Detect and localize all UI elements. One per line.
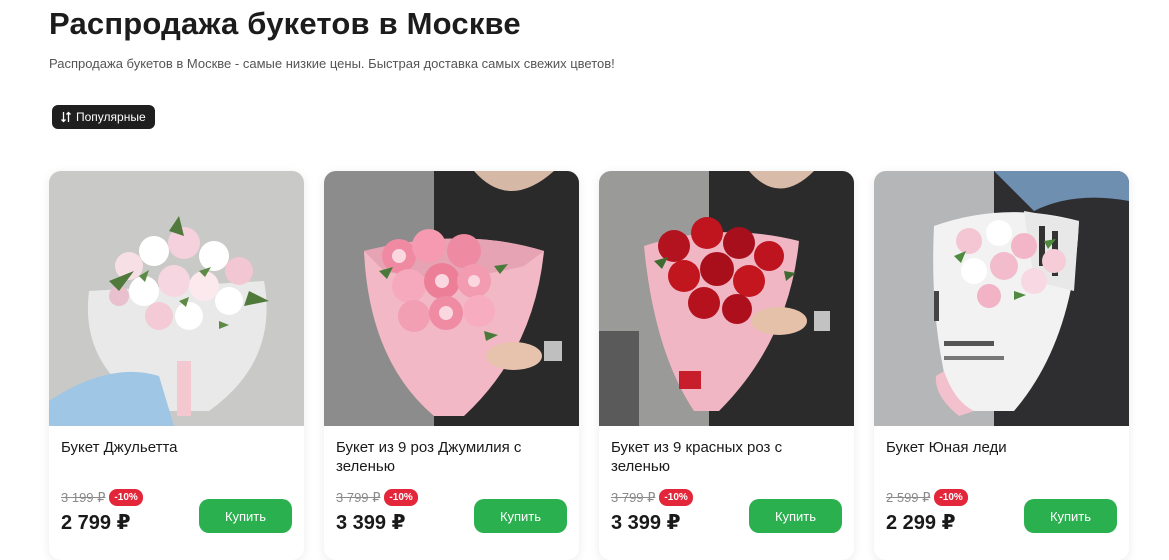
old-price-row: 2 599 ₽ -10% — [886, 489, 968, 506]
old-price: 3 199 ₽ — [61, 489, 106, 505]
buy-button[interactable]: Купить — [749, 499, 842, 533]
page-title: Распродажа букетов в Москве — [49, 6, 521, 41]
discount-badge: -10% — [934, 489, 968, 506]
product-card[interactable]: Букет Юная леди 2 599 ₽ -10% 2 299 ₽ Куп… — [874, 171, 1129, 560]
old-price-row: 3 799 ₽ -10% — [336, 489, 418, 506]
old-price: 3 799 ₽ — [611, 489, 656, 505]
product-image[interactable] — [874, 171, 1129, 426]
discount-badge: -10% — [109, 489, 143, 506]
sort-arrows-icon — [60, 111, 72, 123]
product-card[interactable]: Букет из 9 красных роз с зеленью 3 799 ₽… — [599, 171, 854, 560]
sort-label: Популярные — [76, 110, 146, 124]
product-image[interactable] — [324, 171, 579, 426]
product-card[interactable]: Букет из 9 роз Джумилия с зеленью 3 799 … — [324, 171, 579, 560]
old-price: 3 799 ₽ — [336, 489, 381, 505]
buy-button[interactable]: Купить — [1024, 499, 1117, 533]
old-price-row: 3 799 ₽ -10% — [611, 489, 693, 506]
page-subtitle: Распродажа букетов в Москве - самые низк… — [49, 56, 615, 71]
buy-button[interactable]: Купить — [474, 499, 567, 533]
price: 3 399 ₽ — [336, 512, 406, 534]
product-image[interactable] — [599, 171, 854, 426]
product-grid: Букет Джульетта 3 199 ₽ -10% 2 799 ₽ Куп… — [49, 171, 1129, 560]
product-name[interactable]: Букет Юная леди — [886, 438, 1118, 457]
product-name[interactable]: Букет из 9 роз Джумилия с зеленью — [336, 438, 568, 476]
buy-button[interactable]: Купить — [199, 499, 292, 533]
discount-badge: -10% — [659, 489, 693, 506]
product-name[interactable]: Букет Джульетта — [61, 438, 293, 457]
old-price: 2 599 ₽ — [886, 489, 931, 505]
product-image[interactable] — [49, 171, 304, 426]
price: 2 299 ₽ — [886, 512, 956, 534]
price: 2 799 ₽ — [61, 512, 131, 534]
old-price-row: 3 199 ₽ -10% — [61, 489, 143, 506]
discount-badge: -10% — [384, 489, 418, 506]
price: 3 399 ₽ — [611, 512, 681, 534]
sort-button[interactable]: Популярные — [52, 105, 155, 129]
product-card[interactable]: Букет Джульетта 3 199 ₽ -10% 2 799 ₽ Куп… — [49, 171, 304, 560]
product-name[interactable]: Букет из 9 красных роз с зеленью — [611, 438, 843, 476]
